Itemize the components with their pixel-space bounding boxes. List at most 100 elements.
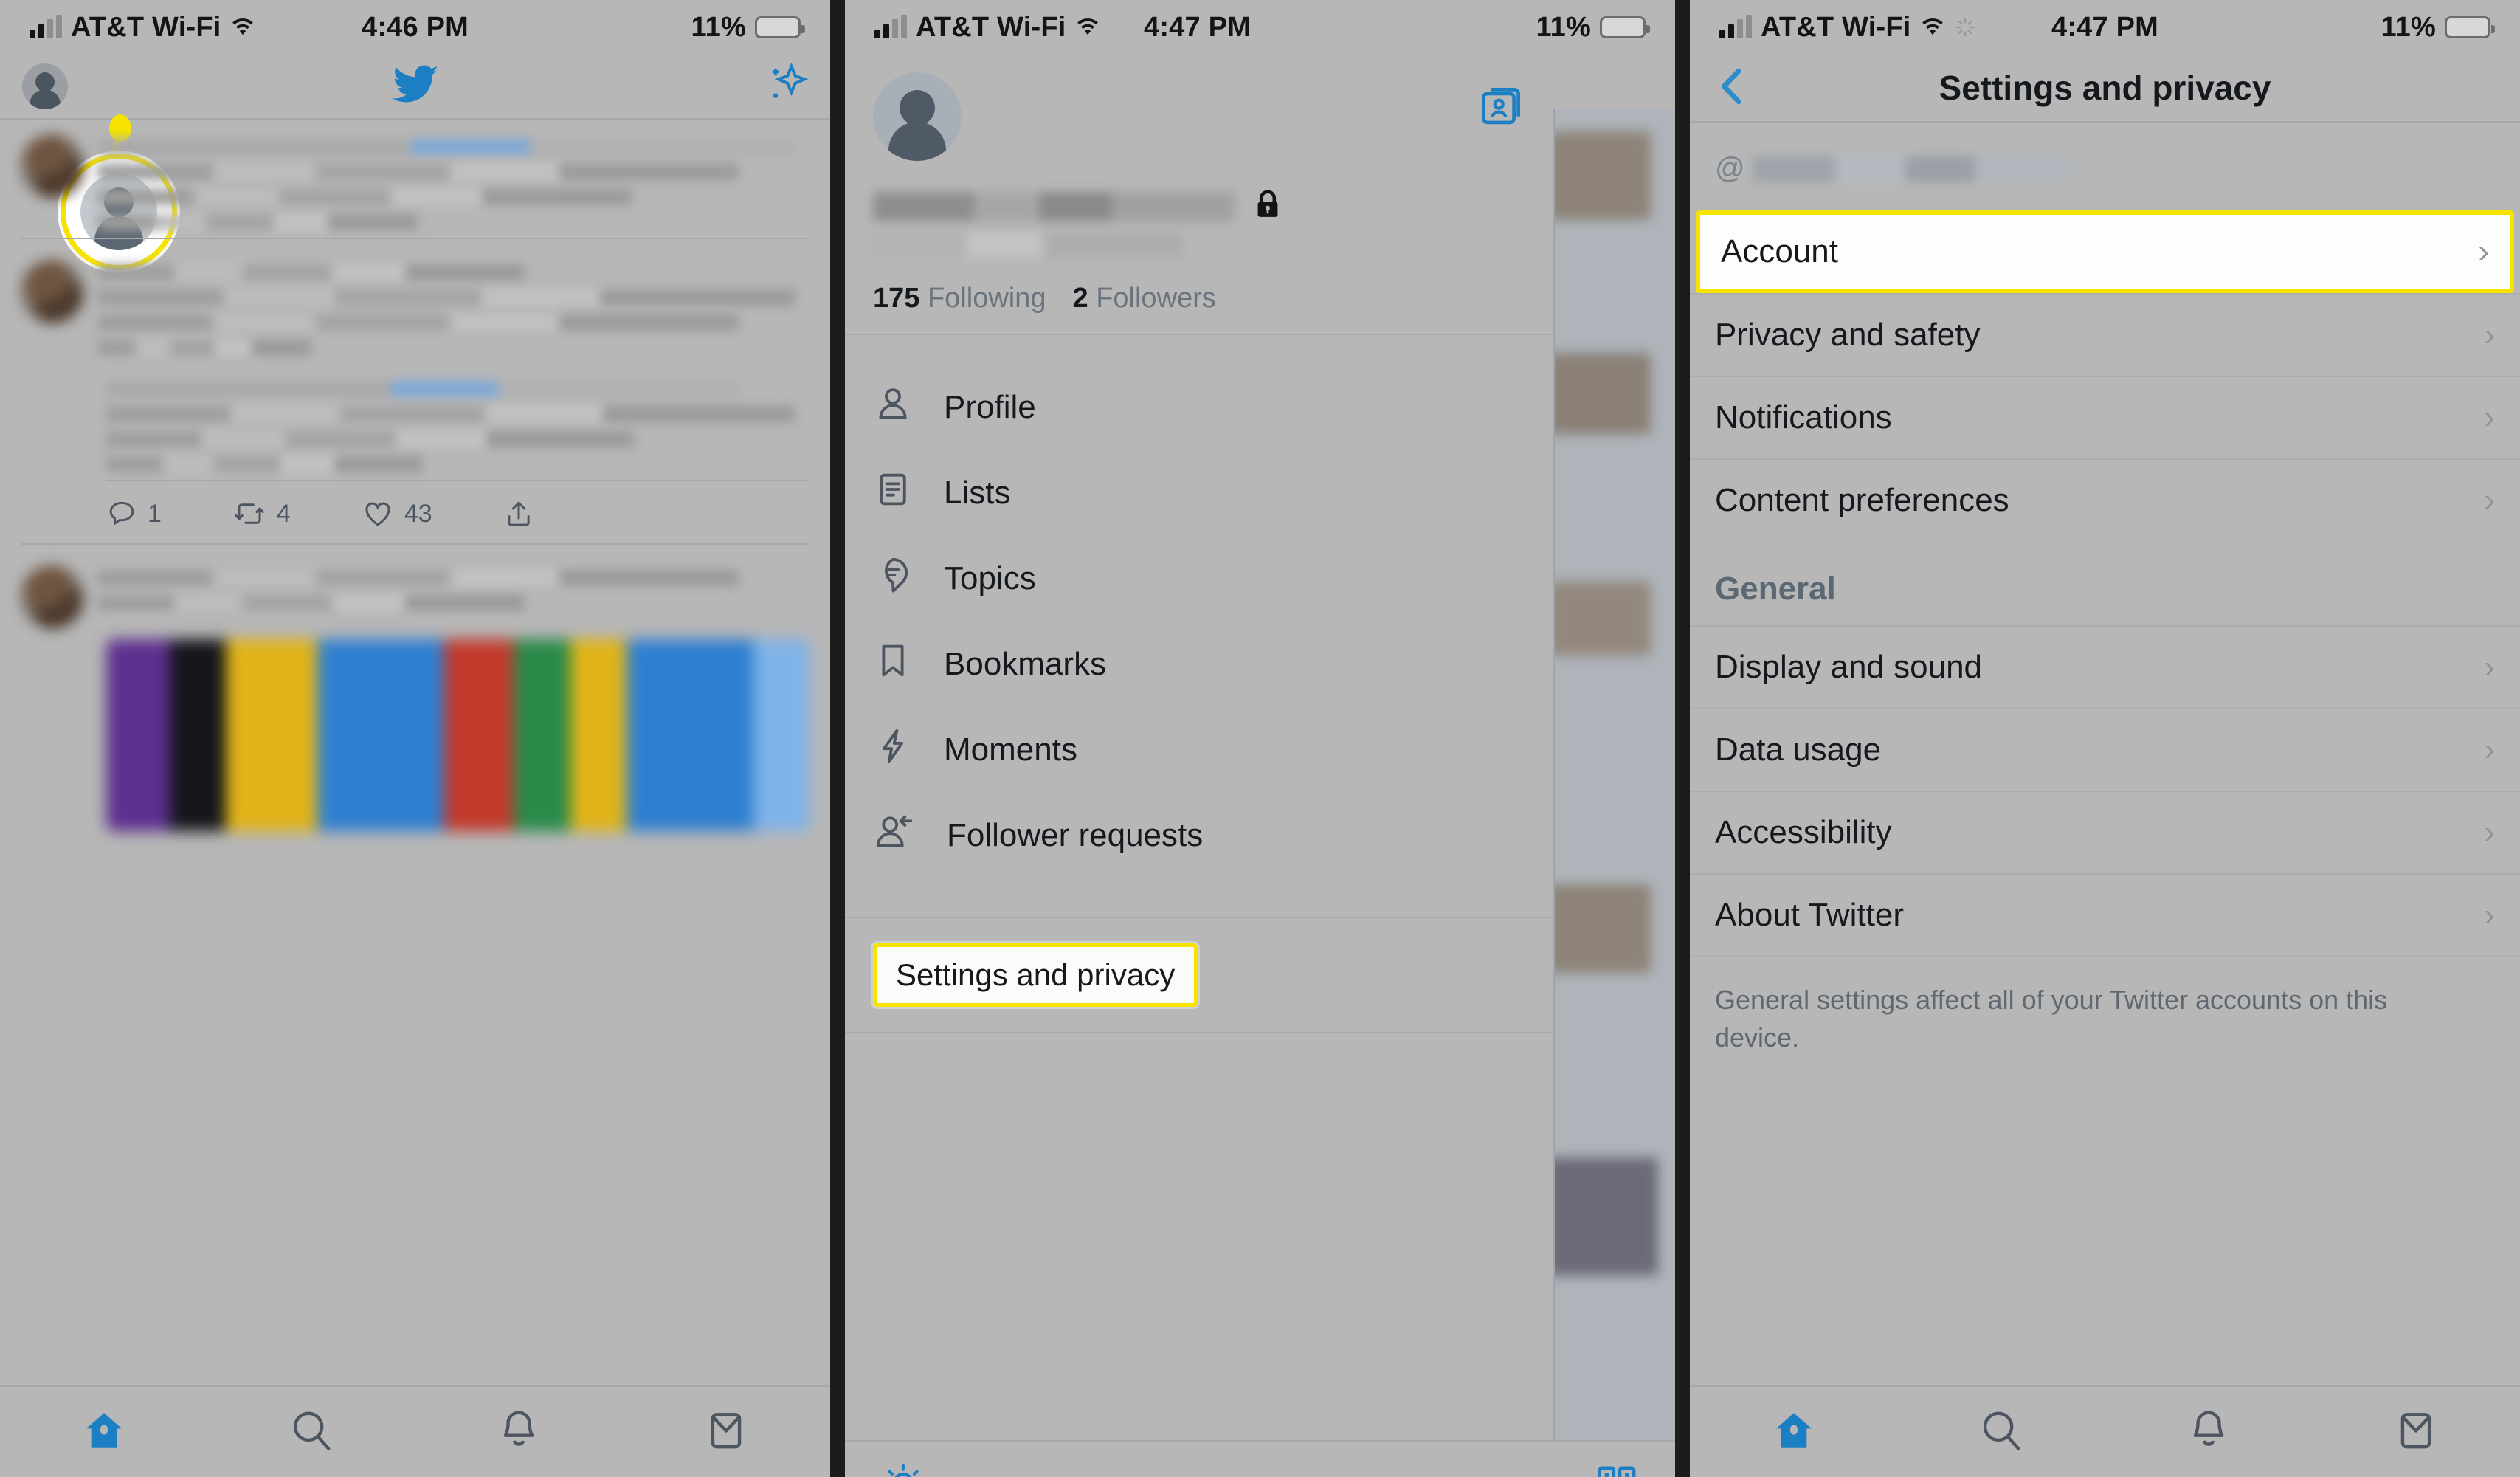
followers-count: 2 xyxy=(1072,283,1088,314)
add-account-icon[interactable] xyxy=(1477,72,1525,135)
status-bar-right: 11% xyxy=(2381,11,2495,44)
account-handle-row: @ xyxy=(1690,123,2520,185)
profile-avatar[interactable] xyxy=(873,72,962,161)
settings-row-label: Accessibility xyxy=(1715,814,1892,850)
cellular-signal-icon xyxy=(1719,15,1752,38)
cellular-signal-icon xyxy=(874,15,907,38)
sparkle-icon[interactable] xyxy=(764,62,809,111)
drawer-menu: Profile Lists Topics Bookmarks Moments F… xyxy=(845,335,1553,878)
carrier-label: AT&T Wi-Fi xyxy=(71,11,221,43)
chevron-right-icon: › xyxy=(2478,233,2489,269)
reply-action[interactable]: 1 xyxy=(106,498,162,529)
settings-row-about-twitter[interactable]: About Twitter › xyxy=(1690,873,2520,956)
drawer-content: 175 Following 2 Followers Profile Lists … xyxy=(845,55,1553,1477)
settings-row-account[interactable]: Account › xyxy=(1696,210,2514,293)
tweet-text-blurred xyxy=(21,376,809,472)
bell-icon[interactable] xyxy=(496,1408,542,1457)
chevron-right-icon: › xyxy=(2484,897,2495,933)
drawer-item-lists[interactable]: Lists xyxy=(845,450,1553,536)
tweet-avatar xyxy=(21,565,84,629)
settings-group-heading-general: General xyxy=(1715,571,1836,607)
followers-stat[interactable]: 2 Followers xyxy=(1073,283,1216,314)
settings-row-label: About Twitter xyxy=(1715,897,1904,933)
tweet-avatar xyxy=(21,260,84,323)
qr-code-icon[interactable] xyxy=(1594,1462,1640,1477)
status-bar-left: AT&T Wi-Fi xyxy=(1719,12,1976,44)
tweet-item[interactable]: 1 4 43 xyxy=(0,362,830,551)
chevron-right-icon: › xyxy=(2484,317,2495,353)
display-name-blurred xyxy=(873,191,1235,221)
retweet-action[interactable]: 4 xyxy=(232,498,291,529)
search-icon[interactable] xyxy=(1978,1408,2024,1457)
timeline-header xyxy=(0,55,830,120)
chevron-right-icon: › xyxy=(2484,482,2495,518)
drawer-item-label: Follower requests xyxy=(947,817,1204,853)
settings-and-privacy-button[interactable]: Settings and privacy xyxy=(873,943,1198,1007)
timeline-peek-strip[interactable] xyxy=(1553,109,1675,1477)
home-icon[interactable] xyxy=(81,1408,127,1457)
search-icon[interactable] xyxy=(289,1408,334,1457)
settings-row-display-and-sound[interactable]: Display and sound › xyxy=(1690,625,2520,708)
mail-icon[interactable] xyxy=(703,1408,749,1457)
battery-percent-label: 11% xyxy=(2381,11,2436,43)
drawer-item-topics[interactable]: Topics xyxy=(845,536,1553,622)
page-title: Settings and privacy xyxy=(1939,69,2271,107)
profile-avatar[interactable] xyxy=(22,63,68,109)
settings-row-label: Display and sound xyxy=(1715,649,1983,685)
settings-row-label: Content preferences xyxy=(1715,482,2009,518)
like-count: 43 xyxy=(404,499,432,528)
lightbulb-icon[interactable] xyxy=(880,1462,926,1477)
tweet-text-blurred xyxy=(97,260,809,356)
chevron-right-icon: › xyxy=(2484,814,2495,850)
drawer-item-label: Moments xyxy=(944,731,1077,768)
tweet-item[interactable] xyxy=(0,120,830,245)
home-icon[interactable] xyxy=(1771,1408,1817,1457)
settings-row-label: Notifications xyxy=(1715,399,1892,435)
battery-icon xyxy=(1600,16,1650,38)
battery-percent-label: 11% xyxy=(691,11,746,43)
display-name-row xyxy=(845,161,1553,225)
panel-timeline: AT&T Wi-Fi 4:46 PM 11% 1 4 43 xyxy=(0,0,830,1477)
drawer-item-bookmarks[interactable]: Bookmarks xyxy=(845,622,1553,707)
status-bar-settings: AT&T Wi-Fi 4:47 PM 11% xyxy=(1690,0,2520,55)
settings-row-data-usage[interactable]: Data usage › xyxy=(1690,708,2520,791)
drawer-item-label: Bookmarks xyxy=(944,646,1107,682)
drawer-item-follower-requests[interactable]: Follower requests xyxy=(845,793,1553,878)
like-action[interactable]: 43 xyxy=(362,498,432,529)
followers-label: Followers xyxy=(1096,283,1216,314)
drawer-item-profile[interactable]: Profile xyxy=(845,365,1553,450)
share-action[interactable] xyxy=(503,498,534,530)
settings-row-privacy-and-safety[interactable]: Privacy and safety › xyxy=(1690,293,2520,376)
sync-spinner-icon xyxy=(1955,18,1974,37)
following-count: 175 xyxy=(873,283,920,314)
chevron-right-icon: › xyxy=(2484,649,2495,685)
wifi-icon xyxy=(1922,18,1943,35)
bell-icon[interactable] xyxy=(2186,1408,2231,1457)
cellular-signal-icon xyxy=(30,15,62,38)
status-bar-timeline: AT&T Wi-Fi 4:46 PM 11% xyxy=(0,0,830,55)
account-handle-blurred xyxy=(1752,155,2070,182)
settings-row-content-preferences[interactable]: Content preferences › xyxy=(1690,458,2520,541)
tweet-text-blurred xyxy=(97,134,809,230)
settings-row-accessibility[interactable]: Accessibility › xyxy=(1690,791,2520,873)
settings-row-notifications[interactable]: Notifications › xyxy=(1690,376,2520,458)
list-document-icon xyxy=(873,469,913,517)
drawer-bottom-bar xyxy=(845,1440,1675,1477)
bottom-tabbar-timeline xyxy=(0,1385,830,1477)
following-label: Following xyxy=(927,283,1046,314)
settings-link-row: Settings and privacy xyxy=(845,918,1553,1007)
drawer-item-moments[interactable]: Moments xyxy=(845,707,1553,793)
following-stat[interactable]: 175 Following xyxy=(873,283,1046,314)
reply-count: 1 xyxy=(148,499,162,528)
mail-icon[interactable] xyxy=(2393,1408,2439,1457)
status-bar-right: 11% xyxy=(1536,12,1650,44)
tweet-divider xyxy=(21,238,809,239)
battery-icon xyxy=(2445,16,2495,38)
settings-row-label: Privacy and safety xyxy=(1715,317,1981,353)
tweet-media-blurred[interactable] xyxy=(106,639,809,831)
tweet-item[interactable] xyxy=(0,245,830,362)
account-drawer: 175 Following 2 Followers Profile Lists … xyxy=(845,55,1675,1477)
tweet-item[interactable] xyxy=(0,551,830,837)
at-symbol: @ xyxy=(1715,152,1745,185)
wifi-icon xyxy=(232,18,253,35)
